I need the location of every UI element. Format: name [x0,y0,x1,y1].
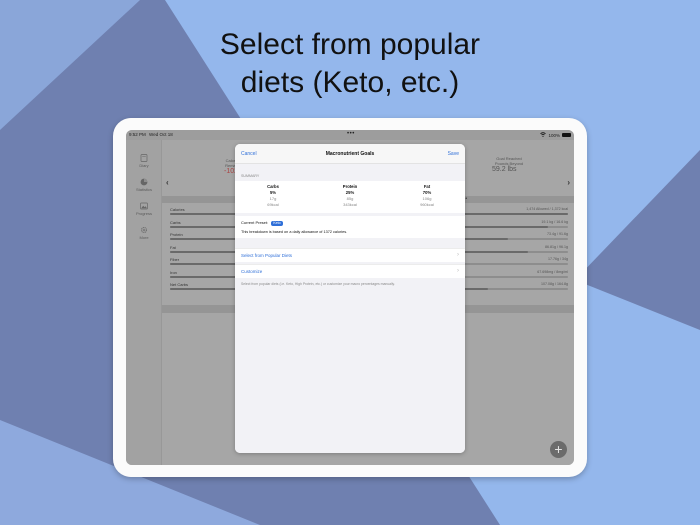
macro-fat: Fat 70% 106g 960kcal [389,184,465,207]
wifi-icon [540,132,547,138]
battery-icon [562,133,571,137]
preset-label: Current Preset: [241,220,269,225]
save-button[interactable]: Save [448,151,459,157]
customize-label: Customize [241,269,263,274]
goal-reached-label: Goal Reached Pounds Beyond [484,156,534,166]
nutrient-value: 19.1 kg / 16.6 kg [541,219,568,224]
goal-reached-value: 59.2 lbs [492,166,517,173]
next-day-arrow[interactable]: › [567,178,570,187]
macro-kcal: 69kcal [267,201,279,207]
preset-badge: Keto [271,221,283,226]
modal-nav-bar: Cancel Macronutrient Goals Save [235,144,465,164]
sidebar-item-label: Progress [135,211,152,216]
nutrient-value: 1,474 Allowed / 1,372 kcal [526,207,568,211]
modal-body: SUMMARY Carbs 5% 17g 69kcal Protein 25% … [235,164,465,453]
macro-protein: Protein 25% 85g 343kcal [312,184,388,207]
nutrient-value: 86.81g / 96.1g [545,244,568,249]
nutrient-label: Fat [170,244,176,250]
sidebar: Diary Statistics Progress More [126,140,162,465]
sidebar-item-label: Statistics [135,187,152,192]
nutrient-value: 17.76g / 34g [548,257,568,261]
gear-icon [141,227,147,233]
preset-card: Current Preset: Keto This breakdown is b… [235,216,465,238]
sidebar-item-statistics[interactable]: Statistics [126,178,162,192]
nutrient-label: Carbs [170,219,181,225]
sidebar-item-progress[interactable]: Progress [126,202,162,216]
macronutrient-goals-modal: Cancel Macronutrient Goals Save SUMMARY … [235,144,465,453]
select-popular-diets-row[interactable]: Select from Popular Diets › [235,248,465,262]
image-icon [140,202,148,210]
macro-kcal: 960kcal [420,201,434,207]
nutrient-label: Protein [170,232,183,237]
headline-line-1: Select from popular [219,28,481,61]
current-preset-row: Current Preset: Keto [241,220,283,226]
nutrient-label: Fiber [170,257,180,262]
headline: Select from popular diets (Keto, etc.) [0,26,700,102]
add-entry-button[interactable]: + [550,441,567,458]
breakdown-text: This breakdown is based on a daily allow… [241,230,348,234]
status-bar: 9:52 PM Wed Oct 18 ••• 100% [126,130,574,140]
macro-kcal: 343kcal [343,201,357,207]
nutrient-label: Net Carbs [170,282,189,287]
nutrient-value: 107.08g / 164.8g [541,282,568,286]
nutrient-label: Calories [170,207,185,212]
macro-carbs: Carbs 5% 17g 69kcal [235,184,311,207]
modal-footnote: Select from popular diets (i.e. Keto, Hi… [241,282,395,286]
sidebar-item-label: More [139,235,149,240]
ipad-device: 9:52 PM Wed Oct 18 ••• 100% Diary Statis… [113,118,587,477]
headline-line-2: diets (Keto, etc.) [240,66,460,99]
sidebar-item-label: Diary [139,163,149,168]
battery-percent: 100% [548,132,560,138]
previous-day-arrow[interactable]: ‹ [166,178,169,187]
modal-title: Macronutrient Goals [325,151,375,157]
customize-row[interactable]: Customize › [235,264,465,278]
diary-icon [140,154,148,162]
summary-header: SUMMARY [241,174,260,178]
right-dark-shape [575,150,700,330]
macro-summary-card: Carbs 5% 17g 69kcal Protein 25% 85g 343k… [235,181,465,213]
device-screen: 9:52 PM Wed Oct 18 ••• 100% Diary Statis… [126,130,574,465]
chevron-right-icon: › [457,252,459,258]
chevron-right-icon: › [457,268,459,274]
status-time-text: 9:52 PM [129,132,146,137]
status-time: 9:52 PM Wed Oct 18 [129,132,173,137]
nutrient-value: 73.4g / 91.6g [547,232,568,236]
select-popular-diets-label: Select from Popular Diets [241,253,293,258]
pie-chart-icon [140,178,148,186]
status-right: 100% [540,132,571,138]
status-center-dots: ••• [347,131,355,137]
nutrient-value: 67.698mg / 8mg/ml [537,269,568,274]
status-date-text: Wed Oct 18 [149,132,173,137]
sidebar-item-diary[interactable]: Diary [126,154,162,168]
sidebar-item-more[interactable]: More [126,226,162,240]
nutrient-label: Iron [170,269,177,275]
